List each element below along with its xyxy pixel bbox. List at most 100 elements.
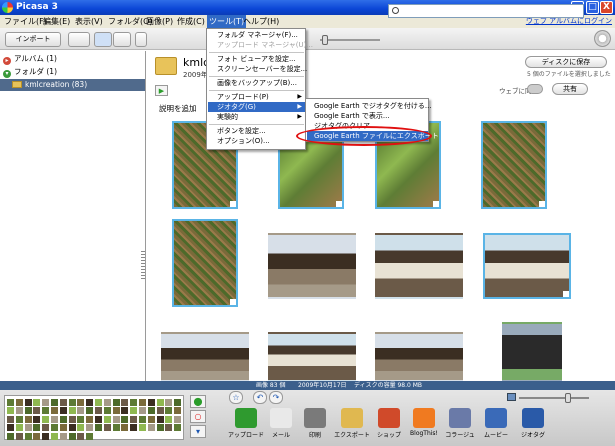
sidebar-item-albums[interactable]: ▸ アルバム (1) — [0, 53, 145, 65]
tray-mini-thumbnail — [33, 407, 41, 415]
photo-thumbnail[interactable] — [375, 332, 463, 382]
save-to-disk-button[interactable]: ディスクに保存 — [525, 56, 607, 68]
menu-item-backup[interactable]: 画像をバックアップ(B)... — [208, 78, 305, 88]
tray-mini-thumbnail — [68, 399, 76, 406]
tray-mini-thumbnail — [24, 415, 32, 423]
photo-thumbnail[interactable] — [483, 233, 571, 299]
sidebar-resize-handle[interactable] — [141, 251, 145, 281]
search-icon — [392, 7, 399, 14]
slideshow-play-button[interactable]: ▶ — [155, 85, 168, 96]
menu-item-options[interactable]: オプション(O)... — [208, 136, 305, 146]
menu-item-geotag-with-google-earth[interactable]: Google Earth でジオタグを付ける... — [307, 101, 432, 111]
globe-icon — [522, 408, 544, 428]
tray-mini-thumbnail — [156, 407, 164, 415]
rotate-right-button[interactable]: ↷ — [269, 391, 283, 404]
photo-thumbnail[interactable] — [268, 233, 356, 299]
menu-edit[interactable]: 編集(E) — [41, 15, 72, 28]
film-icon — [485, 408, 507, 428]
menu-item-experimental[interactable]: 実験的 ▶ — [208, 112, 305, 122]
shop-button[interactable]: ショップ — [371, 406, 407, 446]
tray-mini-thumbnail — [51, 415, 58, 423]
search-input[interactable] — [388, 4, 584, 18]
sidebar-item-folders[interactable]: ▾ フォルダ (1) — [0, 66, 145, 78]
menu-help[interactable]: ヘルプ(H) — [241, 15, 281, 28]
zoom-slider-knob[interactable] — [322, 35, 328, 45]
photo-thumbnail[interactable] — [375, 233, 463, 299]
tray-mini-thumbnail — [121, 424, 129, 432]
share-button[interactable]: 共有 — [552, 83, 588, 95]
menu-item-upload[interactable]: アップロード(P) ▶ — [208, 92, 305, 102]
clear-selection-icon[interactable]: ○ — [190, 410, 206, 423]
maximize-button[interactable]: □ — [586, 1, 599, 14]
collapse-toggle-icon[interactable]: ▾ — [3, 70, 11, 78]
collapse-toggle-icon[interactable]: ▸ — [3, 57, 11, 65]
grid-view-button[interactable] — [94, 32, 112, 47]
list-view-button[interactable] — [113, 32, 131, 47]
menu-item-screensaver[interactable]: スクリーンセーバーを設定... — [208, 64, 307, 74]
menu-item-folder-manager[interactable]: フォルダ マネージャ(F)... — [208, 30, 305, 40]
blogthis-button[interactable]: BlogThis! — [406, 406, 442, 446]
view-dropdown-button[interactable] — [135, 32, 147, 47]
tray-mini-thumbnail — [86, 424, 94, 432]
action-label: ショップ — [376, 432, 401, 439]
tray-zoom-knob[interactable] — [565, 393, 571, 403]
tray-mini-thumbnail — [68, 432, 76, 440]
selected-photos-strip[interactable] — [4, 395, 184, 440]
export-button[interactable]: エクスポート — [334, 406, 370, 446]
web-sync-toggle[interactable] — [527, 84, 543, 94]
menu-create[interactable]: 作成(C) — [175, 15, 207, 28]
tray-mini-thumbnail — [59, 432, 67, 440]
sidebar-item-kmlcreation[interactable]: kmlcreation (83) — [0, 79, 145, 91]
collage-button[interactable]: コラージュ — [442, 406, 478, 446]
menu-item-view-in-google-earth[interactable]: Google Earth で表示... — [307, 111, 428, 121]
tray-mini-thumbnail — [68, 424, 76, 432]
tray-mini-thumbnail — [130, 407, 138, 415]
collage-icon — [449, 408, 471, 428]
action-label: BlogThis! — [410, 430, 438, 437]
tray-mini-thumbnail — [147, 407, 155, 415]
tray-mini-thumbnail — [174, 399, 182, 406]
movie-button[interactable]: ムービー — [478, 406, 514, 446]
tray-mini-thumbnail — [15, 415, 23, 423]
hold-pin-icon[interactable]: ⬤ — [190, 395, 206, 408]
add-to-album-icon[interactable]: ▾ — [190, 425, 206, 438]
rotate-left-button[interactable]: ↶ — [253, 391, 267, 404]
menu-view[interactable]: 表示(V) — [73, 15, 105, 28]
menu-item-configure-buttons[interactable]: ボタンを設定... — [208, 126, 305, 136]
menu-item-geotag[interactable]: ジオタグ(G) ▶ — [208, 102, 305, 112]
tray-zoom-slider[interactable] — [519, 393, 589, 403]
tray-mini-thumbnail — [68, 407, 76, 415]
star-button[interactable]: ☆ — [229, 391, 243, 404]
menu-separator — [209, 124, 304, 125]
tray-mini-thumbnail — [42, 399, 50, 406]
add-caption-link[interactable]: 説明を追加 — [159, 103, 197, 114]
import-button[interactable]: インポート — [5, 32, 61, 47]
tray-mini-thumbnail — [121, 415, 129, 423]
photo-thumbnail[interactable] — [172, 219, 238, 307]
photo-thumbnail[interactable] — [481, 121, 547, 209]
tray-mini-thumbnail — [59, 407, 67, 415]
menu-item-photo-viewer[interactable]: フォト ビューアを設定... — [208, 54, 305, 64]
shop-icon — [378, 408, 400, 428]
envelope-icon — [270, 408, 292, 428]
add-folder-button[interactable] — [68, 32, 90, 47]
tray-mini-thumbnail — [147, 415, 155, 423]
upload-button[interactable]: アップロード — [228, 406, 264, 446]
tray-side-buttons: ⬤ ○ ▾ — [190, 395, 208, 440]
menu-image[interactable]: 画像(P) — [144, 15, 175, 28]
thumbnail-zoom-slider[interactable] — [320, 35, 380, 45]
print-button[interactable]: 印刷 — [297, 406, 333, 446]
tray-mini-thumbnail — [130, 424, 138, 432]
email-button[interactable]: メール — [263, 406, 299, 446]
tray-mini-thumbnail — [15, 399, 23, 406]
close-button[interactable]: X — [600, 1, 613, 14]
sidebar-item-label: アルバム (1) — [14, 54, 57, 63]
geotag-button[interactable]: ジオタグ — [515, 406, 551, 446]
tray-mini-thumbnail — [139, 407, 146, 415]
gear-icon[interactable] — [594, 30, 611, 47]
selection-count: 5 個のファイルを選択しました — [527, 71, 611, 78]
menu-item-label: 実験的 — [217, 113, 238, 121]
photo-thumbnail[interactable] — [161, 332, 249, 382]
photo-thumbnail[interactable] — [502, 322, 562, 382]
photo-thumbnail[interactable] — [268, 332, 356, 382]
